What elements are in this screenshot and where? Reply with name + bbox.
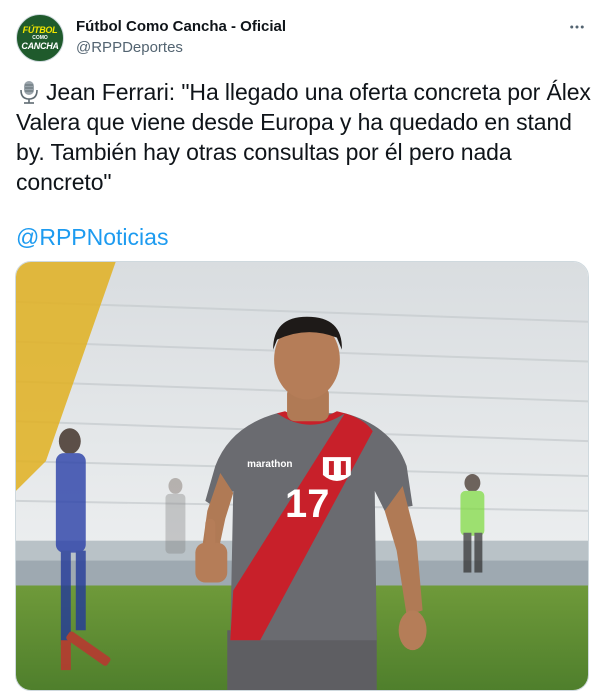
author-handle[interactable]: @RPPDeportes (76, 39, 183, 56)
tweet-photo[interactable]: marathon 17 (15, 261, 589, 691)
tweet-body-text: Jean Ferrari: "Ha llegado una oferta con… (16, 79, 591, 195)
jersey-brand-text: marathon (247, 459, 292, 470)
tweet-card[interactable]: FÚTBOL COMO CANCHA Fútbol Como Cancha - … (0, 0, 600, 699)
avatar-text-line3: CANCHA (21, 40, 59, 51)
jersey-number-text: 17 (285, 482, 329, 526)
more-dots-icon (570, 25, 584, 29)
tweet-text: Jean Ferrari: "Ha llegado una oferta con… (16, 77, 592, 197)
microphone-icon (20, 81, 38, 104)
more-options-button[interactable] (564, 14, 590, 40)
mention-link[interactable]: @RPPNoticias (16, 222, 168, 252)
avatar[interactable]: FÚTBOL COMO CANCHA (16, 14, 64, 62)
football-player-photo: marathon 17 (16, 262, 588, 690)
author-display-name[interactable]: Fútbol Como Cancha - Oficial (76, 18, 286, 35)
avatar-text-line1: FÚTBOL (22, 24, 58, 35)
